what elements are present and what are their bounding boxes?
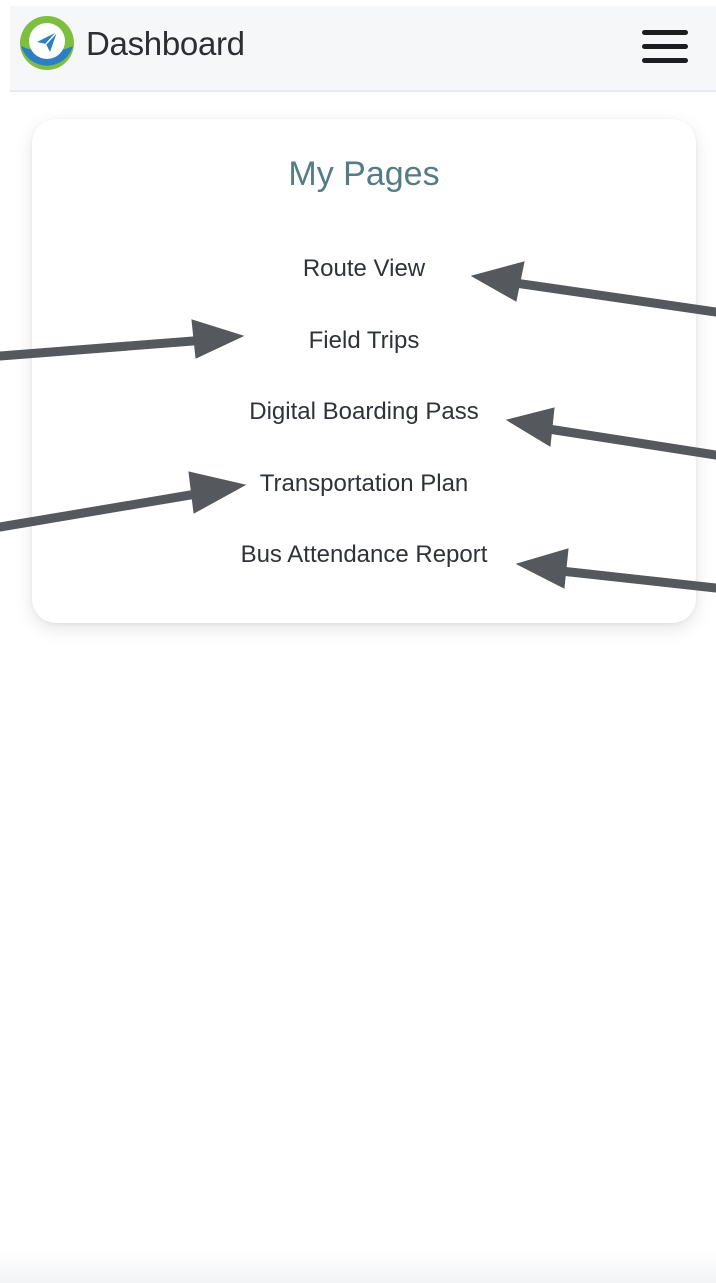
bottom-edge	[0, 1250, 716, 1283]
app-logo-icon[interactable]	[18, 14, 76, 72]
hamburger-menu-icon[interactable]	[640, 26, 690, 66]
link-route-view[interactable]: Route View	[32, 251, 696, 323]
card-title: My Pages	[288, 155, 440, 193]
link-transportation-plan[interactable]: Transportation Plan	[32, 466, 696, 538]
link-bus-attendance-report[interactable]: Bus Attendance Report	[32, 537, 696, 609]
page-links-list: Route View Field Trips Digital Boarding …	[32, 251, 696, 609]
page: Dashboard My Pages Route View Field Trip…	[0, 0, 716, 1283]
top-bar: Dashboard	[10, 6, 716, 92]
page-title: Dashboard	[86, 25, 245, 62]
menu-bar	[642, 30, 688, 35]
menu-bar	[642, 44, 688, 49]
link-field-trips[interactable]: Field Trips	[32, 323, 696, 395]
my-pages-card: My Pages Route View Field Trips Digital …	[32, 119, 696, 623]
link-digital-boarding-pass[interactable]: Digital Boarding Pass	[32, 394, 696, 466]
menu-bar	[642, 58, 688, 63]
